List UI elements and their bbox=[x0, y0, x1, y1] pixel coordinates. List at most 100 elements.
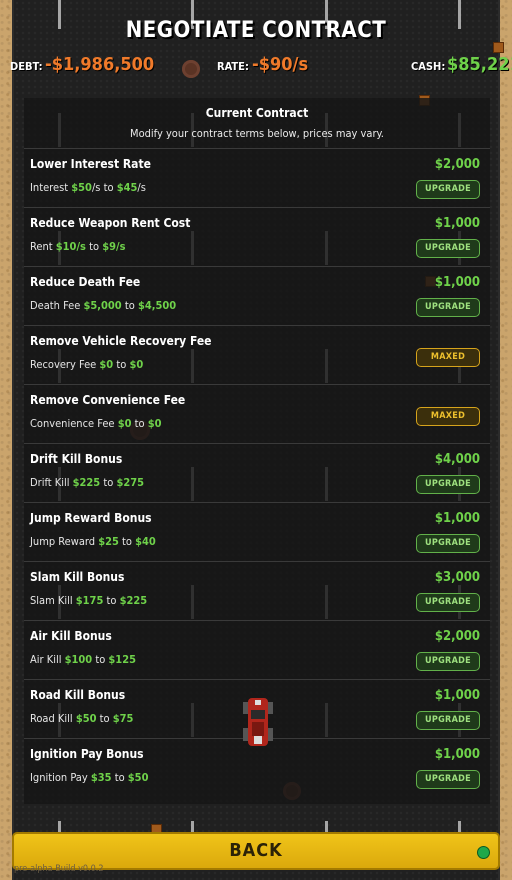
contract-row: Jump Reward Bonus Jump Reward $25 to $40 $… bbox=[24, 502, 490, 562]
row-to-word: to bbox=[124, 299, 135, 312]
row-to-value: $0 bbox=[147, 417, 162, 430]
contract-row: Slam Kill Bonus Slam Kill $175 to $225 $3,… bbox=[24, 561, 490, 621]
upgrade-button[interactable]: UPGRADE bbox=[416, 475, 480, 494]
row-from-unit: /s bbox=[91, 181, 101, 194]
upgrade-button[interactable]: UPGRADE bbox=[416, 298, 480, 317]
row-price: $1,000 bbox=[434, 216, 480, 231]
cash-value: $85,221 bbox=[447, 54, 512, 75]
contract-row: Lower Interest Rate Interest $50/s to $45… bbox=[24, 148, 490, 208]
page-title: NEGOTIATE CONTRACT bbox=[125, 18, 387, 43]
upgrade-button[interactable]: UPGRADE bbox=[416, 770, 480, 789]
row-description: Recovery Fee $0 to $0 bbox=[30, 358, 143, 371]
contract-row: Drift Kill Bonus Drift Kill $225 to $275 $… bbox=[24, 443, 490, 503]
stats-bar: DEBT: -$1,986,500 RATE: -$90/s CASH: $85… bbox=[0, 54, 512, 78]
row-title: Jump Reward Bonus bbox=[30, 511, 152, 525]
row-description: Jump Reward $25 to $40 bbox=[30, 535, 156, 548]
row-stat-label: Recovery Fee bbox=[30, 358, 97, 371]
row-stat-label: Road Kill bbox=[30, 712, 73, 725]
row-from-value: $25 bbox=[98, 535, 119, 548]
row-stat-label: Ignition Pay bbox=[30, 771, 88, 784]
row-title: Road Kill Bonus bbox=[30, 688, 126, 702]
row-title: Reduce Weapon Rent Cost bbox=[30, 216, 191, 230]
row-from-value: $175 bbox=[75, 594, 104, 607]
row-to-word: to bbox=[103, 476, 114, 489]
row-title: Reduce Death Fee bbox=[30, 275, 141, 289]
row-to-value: $9/s bbox=[102, 240, 126, 253]
row-from-value: $35 bbox=[90, 771, 112, 784]
row-from-value: $10/s bbox=[55, 240, 86, 253]
row-from-value: $225 bbox=[72, 476, 101, 489]
upgrade-button[interactable]: UPGRADE bbox=[416, 239, 480, 258]
row-price: $3,000 bbox=[434, 570, 480, 585]
contract-row: Remove Convenience Fee Convenience Fee $0… bbox=[24, 384, 490, 444]
upgrade-button[interactable]: UPGRADE bbox=[416, 180, 480, 199]
row-description: Drift Kill $225 to $275 bbox=[30, 476, 144, 489]
row-from-value: $50 bbox=[71, 181, 92, 194]
upgrade-button[interactable]: UPGRADE bbox=[416, 593, 480, 612]
row-to-value: $75 bbox=[112, 712, 134, 725]
contract-row: Reduce Weapon Rent Cost Rent $10/s to $9/… bbox=[24, 207, 490, 267]
row-title: Ignition Pay Bonus bbox=[30, 747, 144, 761]
row-price: $2,000 bbox=[434, 629, 480, 644]
row-price: $1,000 bbox=[434, 511, 480, 526]
contract-row: Reduce Death Fee Death Fee $5,000 to $4,5… bbox=[24, 266, 490, 326]
row-stat-label: Interest bbox=[30, 181, 69, 194]
row-description: Convenience Fee $0 to $0 bbox=[30, 417, 162, 430]
row-stat-label: Air Kill bbox=[30, 653, 62, 666]
row-price: $1,000 bbox=[434, 275, 480, 290]
row-price: $4,000 bbox=[434, 452, 480, 467]
row-price: $1,000 bbox=[434, 747, 480, 762]
row-from-value: $0 bbox=[99, 358, 114, 371]
row-to-value: $4,500 bbox=[137, 299, 177, 312]
back-button-label: BACK bbox=[229, 840, 283, 861]
row-to-word: to bbox=[95, 653, 106, 666]
row-to-value: $45 bbox=[116, 181, 138, 194]
row-price: $1,000 bbox=[434, 688, 480, 703]
row-stat-label: Slam Kill bbox=[30, 594, 73, 607]
row-description: Rent $10/s to $9/s bbox=[30, 240, 125, 253]
row-description: Road Kill $50 to $75 bbox=[30, 712, 133, 725]
gamepad-a-button-icon bbox=[477, 846, 490, 859]
row-to-word: to bbox=[134, 417, 145, 430]
maxed-badge: MAXED bbox=[416, 348, 480, 367]
rate-label: RATE: bbox=[217, 60, 249, 73]
upgrade-button[interactable]: UPGRADE bbox=[416, 652, 480, 671]
row-description: Slam Kill $175 to $225 bbox=[30, 594, 147, 607]
player-car-icon bbox=[243, 698, 273, 746]
row-to-value: $50 bbox=[127, 771, 149, 784]
row-to-word: to bbox=[103, 181, 114, 194]
debt-value: -$1,986,500 bbox=[45, 54, 155, 75]
row-title: Slam Kill Bonus bbox=[30, 570, 125, 584]
rate-value: -$90/s bbox=[252, 54, 309, 75]
row-description: Air Kill $100 to $125 bbox=[30, 653, 136, 666]
row-from-value: $50 bbox=[75, 712, 97, 725]
row-title: Remove Convenience Fee bbox=[30, 393, 186, 407]
contract-row: Air Kill Bonus Air Kill $100 to $125 $2,00… bbox=[24, 620, 490, 680]
upgrade-button[interactable]: UPGRADE bbox=[416, 534, 480, 553]
row-stat-label: Convenience Fee bbox=[30, 417, 115, 430]
row-to-value: $40 bbox=[135, 535, 156, 548]
row-title: Remove Vehicle Recovery Fee bbox=[30, 334, 212, 348]
debt-label: DEBT: bbox=[10, 60, 43, 73]
row-to-word: to bbox=[99, 712, 110, 725]
row-to-value: $0 bbox=[129, 358, 144, 371]
build-version: pre-alpha Build v0.0.2 bbox=[14, 864, 104, 874]
row-from-value: $0 bbox=[117, 417, 132, 430]
row-to-value: $125 bbox=[108, 653, 136, 666]
panel-title: Current Contract bbox=[205, 106, 309, 120]
row-to-word: to bbox=[116, 358, 127, 371]
row-to-word: to bbox=[122, 535, 132, 548]
row-title: Air Kill Bonus bbox=[30, 629, 112, 643]
upgrade-button[interactable]: UPGRADE bbox=[416, 711, 480, 730]
maxed-badge: MAXED bbox=[416, 407, 480, 426]
row-stat-label: Jump Reward bbox=[30, 535, 96, 548]
row-from-value: $100 bbox=[64, 653, 93, 666]
row-to-value: $275 bbox=[116, 476, 144, 489]
row-price: $2,000 bbox=[434, 157, 480, 172]
row-to-word: to bbox=[89, 240, 100, 253]
contract-row: Remove Vehicle Recovery Fee Recovery Fee … bbox=[24, 325, 490, 385]
row-description: Death Fee $5,000 to $4,500 bbox=[30, 299, 176, 312]
panel-subtitle: Modify your contract terms below, prices… bbox=[130, 127, 384, 140]
row-to-word: to bbox=[106, 594, 117, 607]
row-description: Interest $50/s to $45/s bbox=[30, 181, 146, 194]
